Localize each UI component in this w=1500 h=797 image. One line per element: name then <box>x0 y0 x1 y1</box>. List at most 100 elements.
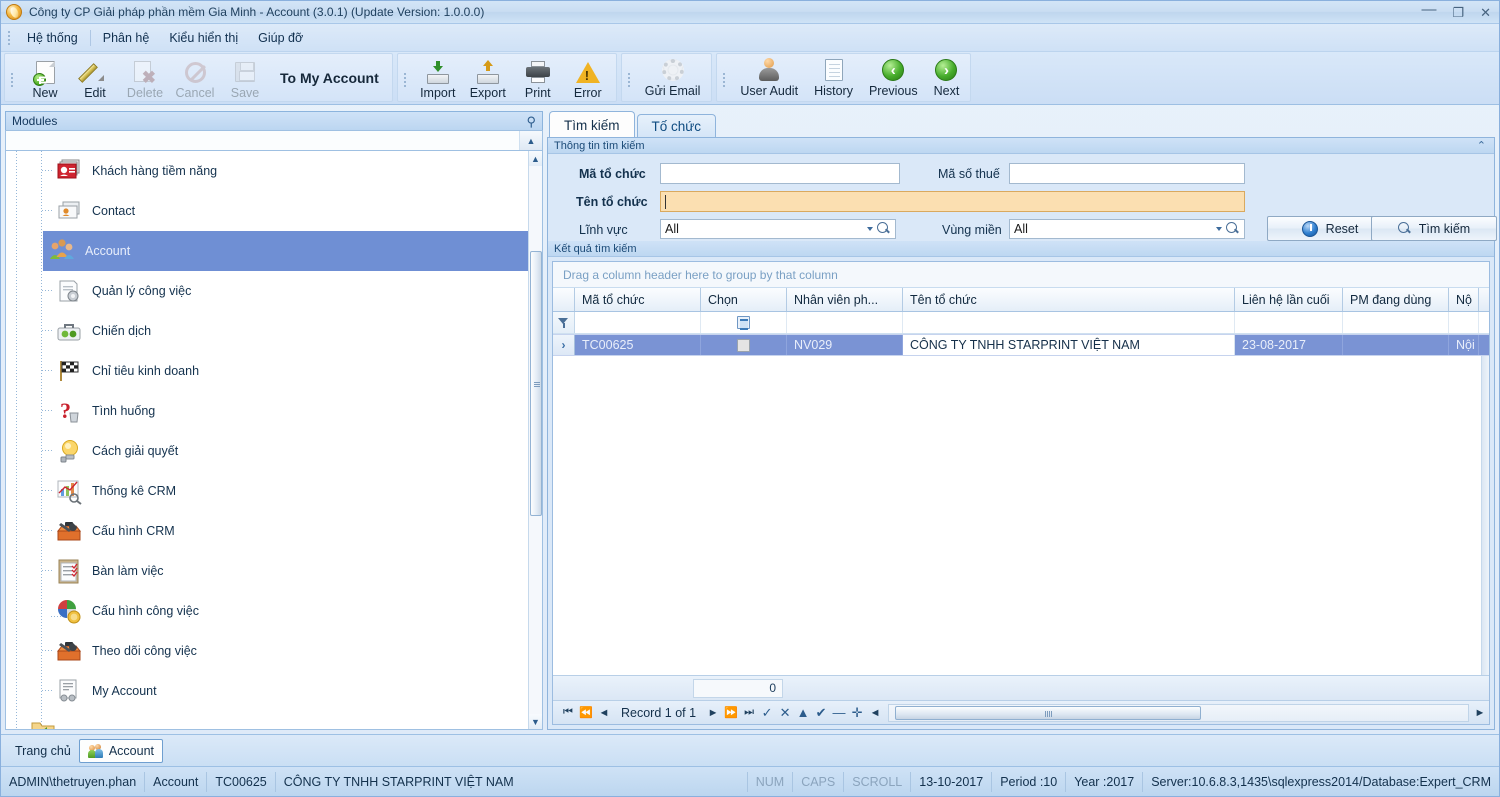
column-header-chon[interactable]: Chọn <box>701 288 787 311</box>
to-my-account-button[interactable]: To My Account <box>270 54 389 101</box>
taskbar-tab-account[interactable]: Account <box>78 738 163 763</box>
menu-item-phan-he[interactable]: Phân hệ <box>93 28 160 48</box>
column-header-lien-he-lan-cuoi[interactable]: Liên hệ lần cuối <box>1235 288 1343 311</box>
menu-item-he-thong[interactable]: Hệ thống <box>17 28 88 48</box>
sidebar-item-quan-ly-cong-viec[interactable]: Quản lý công việc <box>6 271 528 311</box>
nav-add-button[interactable]: ✛ <box>848 703 866 723</box>
error-button-label: Error <box>573 86 602 100</box>
menu-grip-handle[interactable] <box>5 28 13 48</box>
ten-to-chuc-input[interactable] <box>660 191 1245 212</box>
group-by-panel[interactable]: Drag a column header here to group by th… <box>553 262 1489 288</box>
column-header-ma-to-chuc[interactable]: Mã tổ chức <box>575 288 701 311</box>
nav-accept-button[interactable]: ✓ <box>758 703 776 723</box>
export-button[interactable]: Export <box>463 54 513 101</box>
sidebar-item-khach-hang-tiem-nang[interactable]: Khách hàng tiềm năng <box>6 151 528 191</box>
cell-chon[interactable] <box>701 335 787 355</box>
grid-vertical-scrollbar[interactable] <box>1481 356 1489 675</box>
column-header-nhan-vien[interactable]: Nhân viên ph... <box>787 288 903 311</box>
minimize-button[interactable]: — <box>1421 2 1436 17</box>
sidebar-scrollbar[interactable]: ▲ ▼ <box>528 151 542 729</box>
scrollbar-thumb[interactable] <box>530 251 542 516</box>
nav-next-button[interactable]: ► <box>704 703 722 723</box>
filter-ma-to-chuc[interactable] <box>575 312 701 333</box>
filter-pm-dang-dung[interactable] <box>1343 312 1449 333</box>
ma-to-chuc-input[interactable] <box>660 163 900 184</box>
nav-prev-page-button[interactable]: ⏪ <box>577 703 595 723</box>
nav-next-page-button[interactable]: ⏩ <box>722 703 740 723</box>
sidebar-item-account[interactable]: Account <box>43 231 528 271</box>
column-header-ten-to-chuc[interactable]: Tên tổ chức <box>903 288 1235 311</box>
ma-so-thue-input[interactable] <box>1009 163 1245 184</box>
nav-up-button[interactable]: ▲ <box>794 703 812 723</box>
user-audit-button[interactable]: User Audit <box>732 54 806 101</box>
chevron-down-icon[interactable] <box>1216 227 1222 231</box>
taskbar-home-label[interactable]: Trang chủ <box>7 744 79 758</box>
close-button[interactable]: ✕ <box>1480 6 1491 19</box>
sidebar-item-cau-hinh-cong-viec[interactable]: Cấu hình công việc <box>6 591 528 631</box>
toolbar-grip-3[interactable] <box>625 70 633 90</box>
toolbar-grip-1[interactable] <box>8 70 16 90</box>
previous-button[interactable]: ‹ Previous <box>861 54 926 101</box>
column-header-no[interactable]: Nộ <box>1449 288 1479 311</box>
nav-prev-button[interactable]: ◄ <box>595 703 613 723</box>
sidebar-item-my-account[interactable]: My Account <box>6 671 528 711</box>
sidebar-item-ban-lam-viec[interactable]: Bàn làm việc <box>6 551 528 591</box>
save-button[interactable]: Save <box>220 54 270 101</box>
sidebar-item-cach-giai-quyet[interactable]: Cách giải quyết <box>6 431 528 471</box>
contact-icon <box>55 197 83 225</box>
search-icon[interactable] <box>877 222 891 236</box>
import-button[interactable]: Import <box>413 54 463 101</box>
column-header-pm-dang-dung[interactable]: PM đang dùng <box>1343 288 1449 311</box>
nav-last-button[interactable]: ⏭ <box>740 703 758 723</box>
nav-cancel-button[interactable]: ✕ <box>776 703 794 723</box>
sidebar-item-tinh-huong[interactable]: ? Tình huống <box>6 391 528 431</box>
filter-ten-to-chuc[interactable] <box>903 312 1235 333</box>
sidebar-collapse-up-icon[interactable]: ▲ <box>520 131 542 150</box>
maximize-button[interactable]: ❐ <box>1452 6 1464 19</box>
sidebar-item-theo-doi-cong-viec[interactable]: Theo dõi công việc <box>6 631 528 671</box>
delete-button[interactable]: ✖ Delete <box>120 54 170 101</box>
tab-to-chuc[interactable]: Tố chức <box>636 114 717 138</box>
chevron-down-icon[interactable] <box>867 227 873 231</box>
toolbar-grip-4[interactable] <box>720 70 728 90</box>
filter-no[interactable] <box>1449 312 1479 333</box>
sidebar-item-contact[interactable]: Contact <box>6 191 528 231</box>
pin-icon[interactable]: ⚲ <box>526 114 536 130</box>
search-icon[interactable] <box>1226 222 1240 236</box>
nav-check-button[interactable]: ✔ <box>812 703 830 723</box>
scroll-up-icon[interactable]: ▲ <box>528 151 542 166</box>
toolbar-grip-2[interactable] <box>401 70 409 90</box>
nav-first-button[interactable]: ⏮ <box>559 703 577 723</box>
hscroll-left-button[interactable]: ◄ <box>866 703 884 723</box>
hscroll-right-button[interactable]: ► <box>1471 707 1489 719</box>
sidebar-item-cau-hinh-crm[interactable]: Cấu hình CRM <box>6 511 528 551</box>
filter-funnel-icon[interactable] <box>553 312 575 333</box>
edit-button[interactable]: Edit <box>70 54 120 101</box>
nav-remove-button[interactable]: — <box>830 703 848 723</box>
search-button[interactable]: Tìm kiếm <box>1371 216 1497 241</box>
hscroll-thumb[interactable] <box>895 705 1202 720</box>
next-button[interactable]: › Next <box>926 54 968 101</box>
table-row[interactable]: › TC00625 NV029 CÔNG TY TNHH STARPRINT V… <box>553 334 1489 356</box>
new-button[interactable]: New <box>20 54 70 101</box>
cancel-button[interactable]: Cancel <box>170 54 220 101</box>
history-button[interactable]: History <box>806 54 861 101</box>
chevron-up-icon[interactable]: ⌃ <box>1477 139 1486 152</box>
print-button[interactable]: Print <box>513 54 563 101</box>
gui-email-button[interactable]: Gửi Email <box>637 54 709 101</box>
tab-tim-kiem[interactable]: Tìm kiếm <box>549 111 635 138</box>
scroll-down-icon[interactable]: ▼ <box>528 714 542 729</box>
sidebar-item-folder[interactable] <box>6 711 528 729</box>
menu-item-kieu-hien-thi[interactable]: Kiểu hiển thị <box>159 28 248 48</box>
filter-lien-he-lan-cuoi[interactable] <box>1235 312 1343 333</box>
sidebar-item-chi-tieu-kinh-doanh[interactable]: Chỉ tiêu kinh doanh <box>6 351 528 391</box>
sidebar-item-thong-ke-crm[interactable]: Thống kê CRM <box>6 471 528 511</box>
sidebar-item-chien-dich[interactable]: Chiến dịch <box>6 311 528 351</box>
filter-nhan-vien[interactable] <box>787 312 903 333</box>
vung-mien-combo[interactable]: All <box>1009 219 1245 239</box>
grid-horizontal-scrollbar[interactable] <box>888 703 1469 722</box>
menu-item-giup-do[interactable]: Giúp đỡ <box>248 28 313 48</box>
linh-vuc-combo[interactable]: All <box>660 219 896 239</box>
error-button[interactable]: Error <box>563 54 613 101</box>
filter-chon[interactable] <box>701 312 787 333</box>
